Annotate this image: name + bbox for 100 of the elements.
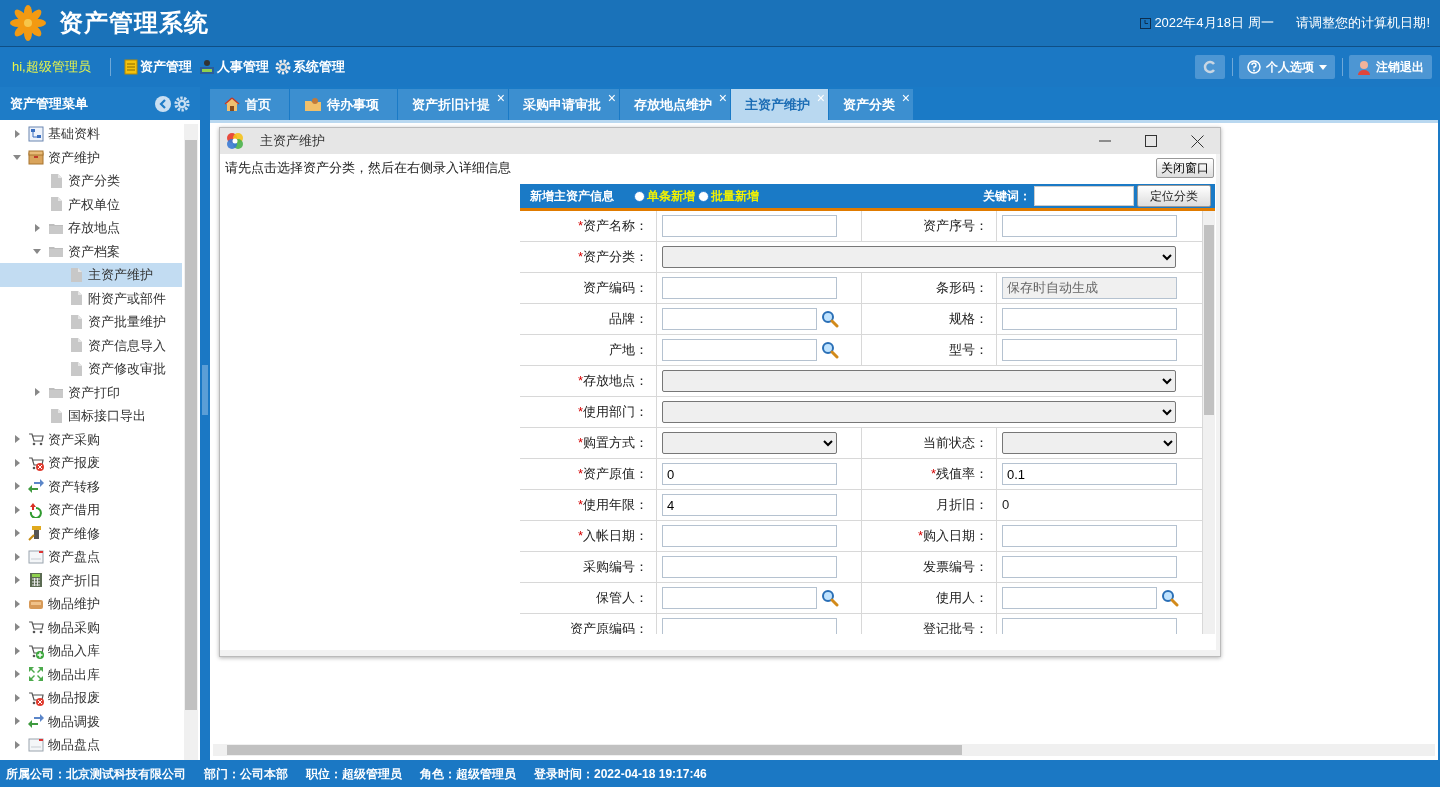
tree-item[interactable]: 资产维修 xyxy=(0,521,182,545)
scrollbar[interactable] xyxy=(213,744,1435,756)
locate-button[interactable]: 定位分类 xyxy=(1137,185,1211,207)
file-icon xyxy=(68,266,84,283)
tree-item[interactable]: 资产档案 xyxy=(0,239,182,263)
search-icon[interactable] xyxy=(821,589,839,607)
select-field[interactable] xyxy=(662,370,1176,392)
input-field[interactable]: 4 xyxy=(662,494,837,516)
scrollbar[interactable] xyxy=(184,124,198,760)
tree-item[interactable]: 资产借用 xyxy=(0,498,182,522)
tree-item[interactable]: 物品采购 xyxy=(0,615,182,639)
menu-link[interactable]: 人事管理 xyxy=(198,57,269,77)
expand-arrow-icon[interactable] xyxy=(12,528,22,539)
expand-arrow-icon[interactable] xyxy=(12,692,22,703)
tree-item[interactable]: 资产修改审批 xyxy=(0,357,182,381)
tree-item[interactable]: 物品入库 xyxy=(0,639,182,663)
expand-arrow-icon[interactable] xyxy=(12,481,22,492)
field-label: 规格： xyxy=(862,304,997,335)
input-field[interactable] xyxy=(662,525,837,547)
tree-item[interactable]: 国标接口导出 xyxy=(0,404,182,428)
search-icon[interactable] xyxy=(821,310,839,328)
tree-item[interactable]: 物品调拨 xyxy=(0,709,182,733)
input-field[interactable] xyxy=(662,308,817,330)
input-field[interactable] xyxy=(662,277,837,299)
field-label: 保管人： xyxy=(520,583,657,614)
expand-arrow-icon[interactable] xyxy=(12,434,22,445)
tree-item[interactable]: 基础资料 xyxy=(0,122,182,146)
tree-item[interactable]: 资产折旧 xyxy=(0,568,182,592)
expand-arrow-icon[interactable] xyxy=(12,716,22,727)
input-field[interactable] xyxy=(1002,525,1177,547)
tree-item[interactable]: 物品出库 xyxy=(0,662,182,686)
tree-item[interactable]: 资产分类 xyxy=(0,169,182,193)
tree-item[interactable]: 物品盘点 xyxy=(0,733,182,757)
menu-link[interactable]: 资产管理 xyxy=(124,57,193,77)
input-field[interactable]: 0 xyxy=(662,463,837,485)
select-field[interactable] xyxy=(1002,432,1177,454)
input-field[interactable] xyxy=(662,618,837,634)
search-icon[interactable] xyxy=(821,341,839,359)
tree-item[interactable]: 资产转移 xyxy=(0,474,182,498)
tree-item[interactable]: 资产信息导入 xyxy=(0,333,182,357)
select-field[interactable] xyxy=(662,246,1176,268)
input-field[interactable] xyxy=(662,556,837,578)
tree-item[interactable]: 存放地点 xyxy=(0,216,182,240)
minimize-icon xyxy=(1099,140,1111,142)
expand-arrow-icon[interactable] xyxy=(12,457,22,468)
expand-arrow-icon[interactable] xyxy=(32,387,42,398)
input-field[interactable] xyxy=(1002,215,1177,237)
cart-remove-icon xyxy=(28,689,44,706)
tree-item[interactable]: 资产维护 xyxy=(0,145,182,169)
tree-item[interactable]: 资产打印 xyxy=(0,380,182,404)
tree-item[interactable]: 资产盘点 xyxy=(0,545,182,569)
back-icon[interactable] xyxy=(154,95,171,112)
settings-icon[interactable] xyxy=(174,95,190,112)
input-field[interactable] xyxy=(662,215,837,237)
tree-item[interactable]: 资产报废 xyxy=(0,451,182,475)
expand-arrow-icon[interactable] xyxy=(32,222,42,233)
select-field[interactable] xyxy=(662,432,837,454)
tree-item[interactable]: 产权单位 xyxy=(0,192,182,216)
refresh-button[interactable] xyxy=(1195,55,1225,79)
tree-item[interactable]: 主资产维护 xyxy=(0,263,182,287)
tab[interactable]: 主资产维护 × xyxy=(731,89,828,120)
input-field[interactable]: 保存时自动生成 xyxy=(1002,277,1177,299)
tree-item[interactable]: 物品报废 xyxy=(0,686,182,710)
input-field[interactable] xyxy=(1002,556,1177,578)
field-label: 月折旧： xyxy=(862,490,997,521)
input-field[interactable]: 0.1 xyxy=(1002,463,1177,485)
input-field[interactable] xyxy=(1002,618,1177,634)
input-field[interactable] xyxy=(1002,587,1157,609)
arrows-icon xyxy=(28,478,44,495)
expand-arrow-icon[interactable] xyxy=(12,669,22,680)
box-icon xyxy=(28,149,44,166)
expand-arrow-icon[interactable] xyxy=(12,575,22,586)
menu-link[interactable]: 系统管理 xyxy=(275,57,346,77)
tree-item[interactable]: 资产批量维护 xyxy=(0,310,182,334)
expand-arrow-icon[interactable] xyxy=(12,622,22,633)
keyword-field[interactable] xyxy=(1033,186,1134,206)
app-icon xyxy=(226,132,244,150)
input-field[interactable] xyxy=(1002,339,1177,361)
mode-radio[interactable]: 批量新增 xyxy=(697,187,759,205)
input-field[interactable] xyxy=(662,339,817,361)
search-icon[interactable] xyxy=(1161,589,1179,607)
input-field[interactable] xyxy=(662,587,817,609)
close-window-button[interactable]: 关闭窗口 xyxy=(1156,158,1214,178)
expand-arrow-icon[interactable] xyxy=(12,128,22,139)
expand-arrow-icon[interactable] xyxy=(12,739,22,750)
tree-item[interactable]: 附资产或部件 xyxy=(0,286,182,310)
select-field[interactable] xyxy=(662,401,1176,423)
expand-arrow-icon[interactable] xyxy=(12,598,22,609)
refresh-icon xyxy=(1203,60,1217,74)
tree-item[interactable]: 物品维护 xyxy=(0,592,182,616)
field-label: 采购编号： xyxy=(520,552,657,583)
mode-radio[interactable]: 单条新增 xyxy=(633,187,695,205)
logo-icon xyxy=(10,5,46,41)
field-label: 条形码： xyxy=(862,273,997,304)
tree-item[interactable]: 资产采购 xyxy=(0,427,182,451)
scrollbar[interactable] xyxy=(1203,211,1215,634)
expand-arrow-icon[interactable] xyxy=(12,645,22,656)
expand-arrow-icon[interactable] xyxy=(12,504,22,515)
expand-arrow-icon[interactable] xyxy=(12,551,22,562)
input-field[interactable] xyxy=(1002,308,1177,330)
